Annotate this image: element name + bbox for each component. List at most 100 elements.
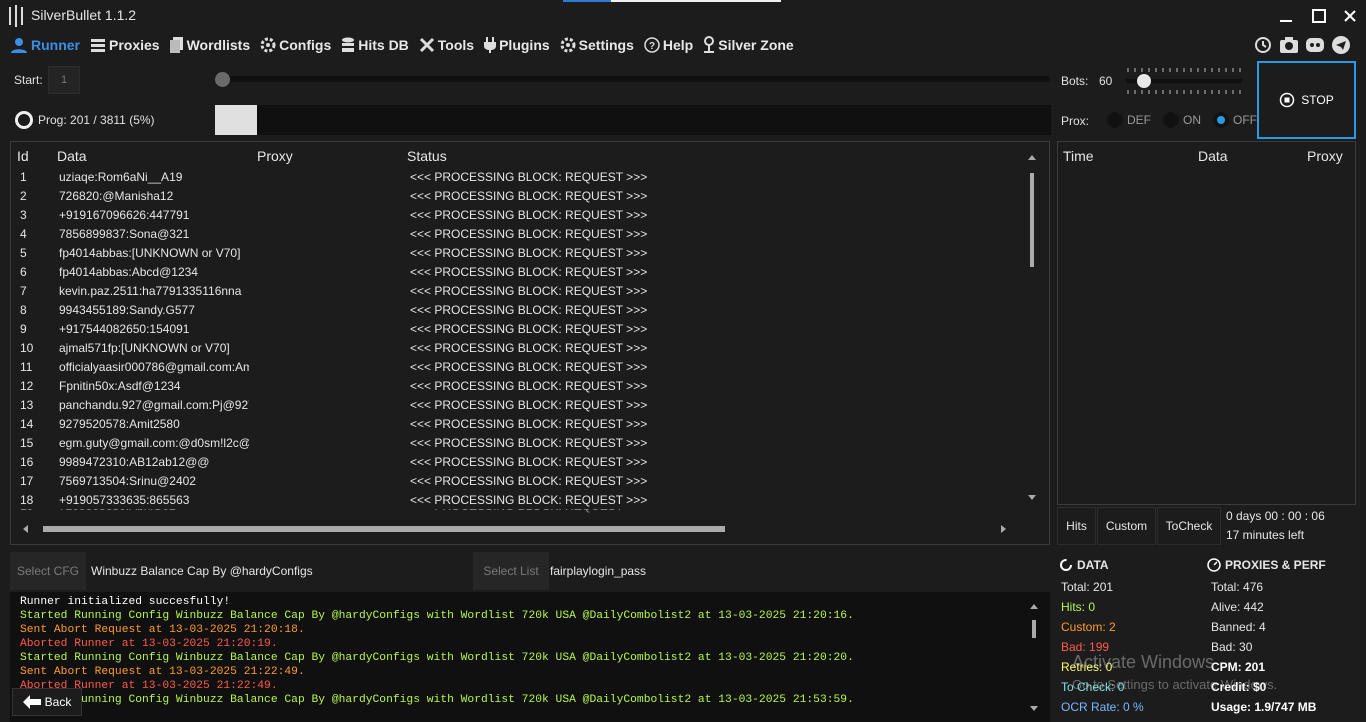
table-row[interactable]: 12 Fpnitin50x:Asdf@1234 <<< PROCESSING BLO… bbox=[11, 376, 1021, 395]
bots-slider[interactable] bbox=[1126, 66, 1242, 96]
hits-col-time[interactable]: Time bbox=[1063, 148, 1094, 164]
table-row[interactable]: 9 +917544082650:154091 <<< PROCESSING BLOC… bbox=[11, 319, 1021, 338]
proxy-alive: Alive: 442 bbox=[1211, 600, 1264, 614]
cell-id: 1 bbox=[20, 170, 27, 184]
nav-wordlists[interactable]: Wordlists bbox=[169, 37, 250, 53]
top-right-toolbar bbox=[1252, 34, 1352, 56]
col-header-id[interactable]: Id bbox=[17, 148, 29, 164]
cell-data: Fpnitin50x:Asdf@1234 bbox=[59, 379, 181, 393]
close-button[interactable] bbox=[1334, 4, 1366, 28]
cell-data: egm.guty@gmail.com:@d0sm!l2c@ bbox=[59, 436, 249, 450]
progress-bar bbox=[215, 105, 1051, 135]
cell-status: <<< PROCESSING BLOCK: REQUEST >>> bbox=[410, 322, 648, 336]
hits-col-proxy[interactable]: Proxy bbox=[1307, 148, 1343, 164]
speedometer-icon bbox=[1207, 558, 1221, 572]
tab-tocheck[interactable]: ToCheck bbox=[1157, 507, 1221, 545]
nav-help[interactable]: ? Help bbox=[644, 37, 693, 53]
grid-vertical-scrollbar[interactable] bbox=[1021, 143, 1043, 513]
app-title: SilverBullet 1.1.2 bbox=[31, 7, 137, 23]
cell-data: +919167096626:447791 bbox=[59, 208, 190, 222]
tab-custom[interactable]: Custom bbox=[1097, 507, 1156, 545]
cell-data: panchandu.927@gmail.com:Pj@927 bbox=[59, 398, 249, 412]
table-row[interactable]: 13 panchandu.927@gmail.com:Pj@927 <<< PROC… bbox=[11, 395, 1021, 414]
table-row[interactable]: 11 officialyaasir000786@gmail.com:Am <<< P… bbox=[11, 357, 1021, 376]
table-row[interactable]: 18 +919057333635:865563 <<< PROCESSING BLO… bbox=[11, 490, 1021, 509]
proxies-title: PROXIES & PERF bbox=[1225, 558, 1326, 572]
prox-label: Prox: bbox=[1061, 114, 1090, 128]
nav-proxies[interactable]: Proxies bbox=[90, 37, 160, 53]
prox-off-radio[interactable] bbox=[1213, 112, 1229, 128]
data-title: DATA bbox=[1077, 558, 1109, 572]
log-line: Aborted Runner at 13-03-2025 21:20:19. bbox=[20, 638, 278, 650]
log-scrollbar[interactable] bbox=[1024, 598, 1044, 720]
nav-plugins[interactable]: Plugins bbox=[484, 37, 550, 53]
nav-runner[interactable]: Runner bbox=[10, 37, 80, 53]
cell-data: uziaqe:Rom6aNi__A19 bbox=[59, 170, 183, 184]
table-row[interactable]: 16 9989472310:AB12ab12@@ <<< PROCESSING BL… bbox=[11, 452, 1021, 471]
table-row[interactable]: 2 726820:@Manisha12 <<< PROCESSING BLOCK: … bbox=[11, 186, 1021, 205]
prox-on-radio[interactable] bbox=[1163, 112, 1179, 128]
arrow-left-icon bbox=[22, 695, 41, 709]
grid-horizontal-scrollbar[interactable] bbox=[11, 518, 1019, 540]
tab-hits[interactable]: Hits bbox=[1057, 507, 1096, 545]
documents-icon bbox=[169, 37, 183, 53]
tools-icon bbox=[419, 37, 434, 53]
hits-col-data[interactable]: Data bbox=[1198, 148, 1228, 164]
table-row[interactable]: 8 9943455189:Sandy.G577 <<< PROCESSING BLO… bbox=[11, 300, 1021, 319]
table-row[interactable]: 3 +919167096626:447791 <<< PROCESSING BLOC… bbox=[11, 205, 1021, 224]
select-list-button[interactable]: Select List bbox=[473, 552, 549, 590]
selected-config: Winbuzz Balance Cap By @hardyConfigs bbox=[91, 564, 313, 578]
cell-data: 7856899837:Sona@321 bbox=[59, 227, 190, 241]
start-slider-thumb[interactable] bbox=[215, 72, 230, 87]
table-row[interactable]: 1 uziaqe:Rom6aNi__A19 <<< PROCESSING BLOCK… bbox=[11, 167, 1021, 186]
cell-id: 16 bbox=[20, 455, 34, 469]
col-header-status[interactable]: Status bbox=[407, 148, 447, 164]
log-line: Started Running Config Winbuzz Balance C… bbox=[20, 652, 854, 664]
table-row[interactable]: 14 9279520578:Amit2580 <<< PROCESSING BLOC… bbox=[11, 414, 1021, 433]
stop-button[interactable]: STOP bbox=[1257, 61, 1356, 139]
table-row[interactable]: 7 kevin.paz.2511:ha7791335116nna <<< PROCE… bbox=[11, 281, 1021, 300]
table-row[interactable]: 6 fp4014abbas:Abcd@1234 <<< PROCESSING BLO… bbox=[11, 262, 1021, 281]
time-remaining: 17 minutes left bbox=[1226, 528, 1305, 542]
history-icon[interactable] bbox=[1252, 34, 1274, 56]
bots-label: Bots: bbox=[1061, 74, 1089, 88]
cell-data: fp4014abbas:[UNKNOWN or V70] bbox=[59, 246, 241, 260]
nav-hits-db[interactable]: Hits DB bbox=[341, 37, 409, 53]
cell-id: 12 bbox=[20, 379, 34, 393]
progress-label: Prog: bbox=[38, 113, 67, 127]
start-slider-track[interactable] bbox=[215, 76, 1050, 82]
back-button[interactable]: Back bbox=[12, 688, 82, 716]
camera-icon[interactable] bbox=[1278, 34, 1300, 56]
start-input[interactable]: 1 bbox=[48, 66, 80, 94]
col-header-data[interactable]: Data bbox=[57, 148, 87, 164]
maximize-button[interactable] bbox=[1303, 4, 1335, 28]
table-row[interactable]: 10 ajmal571fp:[UNKNOWN or V70] <<< PROCESS… bbox=[11, 338, 1021, 357]
prox-def-radio[interactable] bbox=[1107, 112, 1123, 128]
telegram-icon[interactable] bbox=[1330, 34, 1352, 56]
table-row[interactable]: 5 fp4014abbas:[UNKNOWN or V70] <<< PROCESS… bbox=[11, 243, 1021, 262]
cell-data: +917544082650:154091 bbox=[59, 322, 190, 336]
table-row[interactable]: 15 egm.guty@gmail.com:@d0sm!l2c@ <<< PROCE… bbox=[11, 433, 1021, 452]
cell-data: ajmal571fp:[UNKNOWN or V70] bbox=[59, 341, 230, 355]
table-row[interactable]: 17 7569713504:Srinu@2402 <<< PROCESSING BL… bbox=[11, 471, 1021, 490]
settings-icon bbox=[560, 37, 576, 53]
discord-icon[interactable] bbox=[1304, 34, 1326, 56]
cell-data: 9989472310:AB12ab12@@ bbox=[59, 455, 210, 469]
table-row[interactable]: 4 7856899837:Sona@321 <<< PROCESSING BLOCK… bbox=[11, 224, 1021, 243]
cell-status: <<< PROCESSING BLOCK: REQUEST >>> bbox=[410, 303, 648, 317]
perf-usage: Usage: 1.9/747 MB bbox=[1211, 700, 1317, 714]
progress-text: Prog: 201 / 3811 (5%) bbox=[38, 113, 155, 127]
nav-tools[interactable]: Tools bbox=[419, 37, 474, 53]
cell-data: 9943455189:Sandy.G577 bbox=[59, 303, 195, 317]
taskbar-indicator bbox=[563, 0, 611, 2]
minimize-button[interactable] bbox=[1270, 4, 1302, 28]
user-icon bbox=[11, 38, 27, 53]
nav-configs[interactable]: Configs bbox=[260, 37, 331, 53]
col-header-proxy[interactable]: Proxy bbox=[257, 148, 293, 164]
cell-id: 11 bbox=[20, 360, 33, 374]
nav-settings[interactable]: Settings bbox=[560, 37, 634, 53]
select-cfg-button[interactable]: Select CFG bbox=[10, 552, 86, 590]
progress-bar-fill bbox=[215, 105, 257, 135]
nav-silver-zone[interactable]: Silver Zone bbox=[703, 36, 794, 54]
plug-icon bbox=[484, 37, 497, 53]
